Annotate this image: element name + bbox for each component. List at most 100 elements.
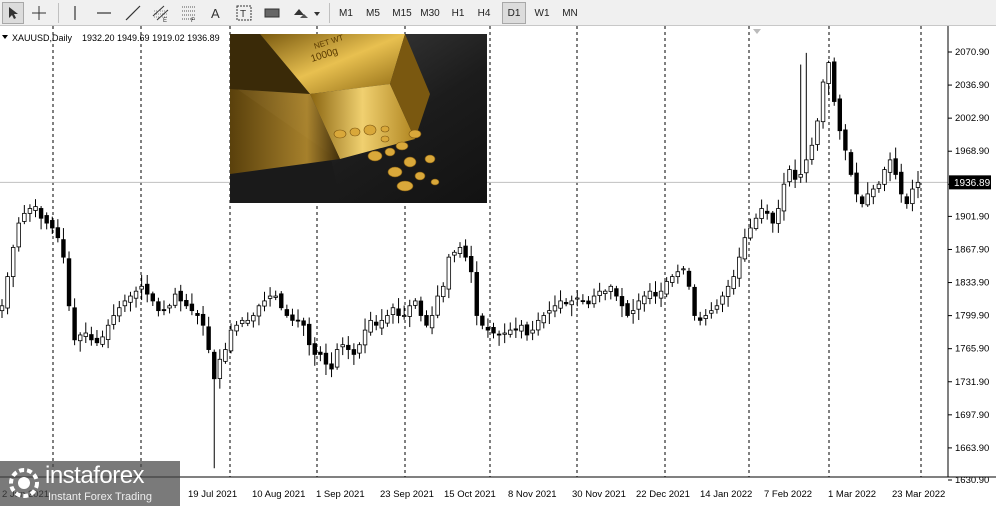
candle — [312, 337, 317, 366]
timeframe-m1-button[interactable]: M1 — [335, 2, 357, 24]
timeframe-m30-button[interactable]: M30 — [417, 2, 443, 24]
candle-body — [329, 363, 334, 370]
timeframe-mn-button[interactable]: MN — [558, 2, 582, 24]
candle-body — [273, 295, 278, 298]
candle-body — [686, 270, 692, 287]
candle — [401, 305, 407, 320]
candle — [368, 311, 373, 336]
candle-body — [468, 256, 474, 273]
time-axis-label: 7 Feb 2022 — [764, 489, 812, 500]
candle — [435, 285, 440, 319]
horizontal-line-tool[interactable] — [92, 2, 116, 24]
timeframe-w1-button[interactable]: W1 — [530, 2, 554, 24]
price-axis-label: 1731.90 — [955, 377, 989, 388]
candle-body — [792, 169, 798, 180]
candle — [77, 332, 83, 352]
candle-body — [709, 310, 714, 314]
candle-body — [290, 314, 295, 321]
candle — [100, 330, 105, 348]
candle-body — [893, 158, 898, 175]
candle — [893, 147, 898, 180]
equidistant-channel-tool[interactable]: E — [149, 2, 173, 24]
candle — [630, 299, 636, 324]
fibonacci-tool[interactable]: F — [177, 2, 201, 24]
candle — [625, 300, 630, 318]
candle-body — [172, 293, 178, 306]
candle-body — [524, 324, 530, 336]
candle-body — [653, 291, 658, 297]
candle — [468, 245, 474, 283]
candle-body — [731, 276, 736, 290]
candle-body — [530, 329, 535, 334]
shapes-dropdown[interactable] — [289, 2, 323, 24]
vertical-line-tool[interactable] — [64, 2, 86, 24]
candle — [161, 300, 167, 316]
candle — [262, 291, 267, 312]
candle-body — [267, 295, 273, 299]
candle-body — [820, 81, 826, 123]
price-axis-label: 1697.90 — [955, 410, 989, 421]
candle-body — [519, 324, 524, 332]
candle — [94, 330, 100, 347]
candle-body — [446, 256, 452, 290]
candle-body — [697, 317, 703, 321]
candle — [446, 253, 452, 299]
candle — [575, 290, 580, 307]
candle — [357, 342, 362, 359]
candle-body — [647, 290, 653, 300]
candle — [558, 290, 563, 314]
crosshair-tool-icon — [32, 6, 46, 20]
candle-body — [122, 300, 128, 307]
timeframe-m5-button[interactable]: M5 — [361, 2, 385, 24]
timeframe-h4-button[interactable]: H4 — [473, 2, 495, 24]
candle — [904, 193, 910, 209]
candle-body — [865, 193, 870, 206]
candle-body — [474, 272, 479, 316]
time-axis-label: 1 Sep 2021 — [316, 489, 365, 500]
candle — [614, 285, 619, 301]
cursor-tool[interactable] — [2, 2, 24, 24]
candle-body — [256, 305, 262, 317]
gold-bar-photo: NET WT 1000g — [230, 34, 487, 203]
price-axis-label: 2036.90 — [955, 80, 989, 91]
candle — [323, 343, 329, 375]
candle — [603, 289, 608, 301]
candle-body — [72, 307, 77, 341]
candle-body — [212, 351, 217, 380]
timeframe-h1-button[interactable]: H1 — [447, 2, 469, 24]
candle-body — [234, 324, 239, 332]
timeframe-m15-button[interactable]: M15 — [389, 2, 415, 24]
candle-body — [50, 220, 55, 229]
candle — [591, 288, 597, 308]
candle-body — [77, 334, 83, 342]
candle-body — [100, 336, 105, 345]
rectangle-tool[interactable] — [260, 2, 284, 24]
candle-body — [128, 295, 133, 303]
candle-body — [915, 181, 921, 188]
chart-info-label: XAUUSD,Daily 1932.20 1949.69 1919.02 193… — [2, 33, 220, 43]
candle-body — [753, 217, 759, 229]
trendline-tool[interactable] — [121, 2, 145, 24]
candle — [200, 305, 206, 336]
candle-body — [625, 303, 630, 316]
candle-body — [295, 319, 301, 322]
text-label-tool[interactable]: T — [233, 2, 255, 24]
candle — [178, 284, 183, 312]
crosshair-tool[interactable] — [28, 2, 50, 24]
equidistant-channel-tool-icon: E — [152, 5, 169, 22]
candle-body — [770, 212, 775, 224]
candle — [111, 304, 116, 330]
candle — [753, 213, 759, 231]
price-chart[interactable]: 2070.902036.902002.901968.901934.901901.… — [0, 26, 996, 506]
text-tool[interactable]: A — [205, 2, 227, 24]
price-axis-label: 2002.90 — [955, 113, 989, 124]
chart-shift-marker[interactable] — [753, 29, 761, 34]
candle-body — [111, 315, 116, 325]
candle-body — [586, 300, 591, 305]
candle-body — [608, 285, 614, 292]
candle-body — [16, 222, 21, 248]
timeframe-d1-button[interactable]: D1 — [502, 2, 526, 24]
candle — [552, 295, 558, 318]
candle — [848, 149, 854, 177]
collapse-triangle-icon[interactable] — [2, 35, 8, 39]
